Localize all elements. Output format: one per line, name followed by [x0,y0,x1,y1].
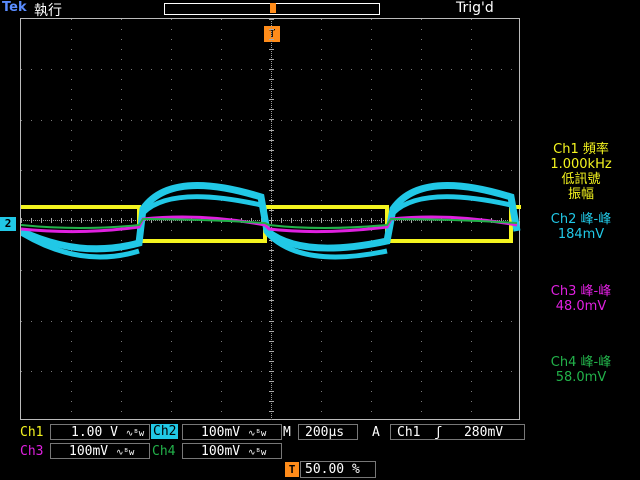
ch4-scale-readout[interactable]: Ch4 [152,444,175,459]
ch4-bw-icon: ∿ᴮw [247,448,267,458]
brand-logo: Tek [2,0,27,15]
top-status-bar: Tek 執行 Trig'd [0,0,640,19]
ch3-scale: 100mV [69,444,109,459]
ch1-measurement-value: 1.000kHz [550,157,612,172]
trigger-slope-icon: ʃ [434,425,443,440]
trigger-position-icon: T [285,462,299,477]
ch4-label: Ch4 [152,444,176,459]
ch2-ground-marker[interactable]: 2 [0,217,16,231]
ch1-measurement-note2: 振幅 [567,187,594,202]
ch1-scale-readout[interactable]: Ch1 [20,425,43,440]
ch3-measurement-value: 48.0mV [555,299,607,314]
ch1-measurement-title: Ch1 頻率 [553,142,609,157]
ch3-scale-box[interactable]: 100mV ∿ᴮw [50,443,150,459]
timebase-value: 200µs [305,425,345,440]
ch1-bw-icon: ∿ᴮw [125,429,145,439]
ch2-measurement: Ch2 峰-峰 184mV [521,212,640,242]
ch3-label: Ch3 [20,444,44,459]
ch2-measurement-title: Ch2 峰-峰 [550,212,612,227]
ch4-scale: 100mV [201,444,241,459]
ch1-scale: 1.00 V [71,425,118,440]
acquisition-mode[interactable]: A [372,425,380,440]
ch2-scale: 100mV [201,425,241,440]
ch3-scale-readout[interactable]: Ch3 [20,444,43,459]
ch2-scale-box[interactable]: 100mV ∿ᴮw [182,424,282,440]
ch4-measurement-title: Ch4 峰-峰 [550,355,612,370]
timebase-readout[interactable]: M [283,425,291,440]
trigger-readout[interactable]: Ch1 ʃ 280mV [390,424,525,440]
timebase-box[interactable]: 200µs [298,424,358,440]
ch2-bw-icon: ∿ᴮw [247,429,267,439]
run-status: 執行 [34,3,62,19]
trigger-source: Ch1 [397,425,421,440]
ch2-measurement-value: 184mV [557,227,605,242]
record-window [270,3,276,13]
ch1-scale-box[interactable]: 1.00 V ∿ᴮw [50,424,150,440]
trigger-position-box[interactable]: 50.00 % [300,461,376,478]
ch3-bw-icon: ∿ᴮw [115,448,135,458]
ch4-measurement-value: 58.0mV [555,370,607,385]
timebase-label: M [283,425,291,440]
trigger-position-value: 50.00 % [305,462,360,477]
trigger-status: Trig'd [456,0,494,16]
waveform-graticule [19,19,521,420]
ch2-scale-readout[interactable]: Ch2 [151,424,179,439]
ch4-scale-box[interactable]: 100mV ∿ᴮw [182,443,282,459]
ch1-label: Ch1 [20,425,44,440]
ch3-measurement-title: Ch3 峰-峰 [550,284,612,299]
trigger-level: 280mV [463,425,504,440]
ch1-measurement: Ch1 頻率 1.000kHz 低訊號 振幅 [521,142,640,202]
ch4-measurement: Ch4 峰-峰 58.0mV [521,355,640,385]
waveform-display[interactable] [19,18,521,420]
ch3-measurement: Ch3 峰-峰 48.0mV [521,284,640,314]
ch1-measurement-note1: 低訊號 [561,172,601,187]
ch2-label: Ch2 [153,424,177,439]
